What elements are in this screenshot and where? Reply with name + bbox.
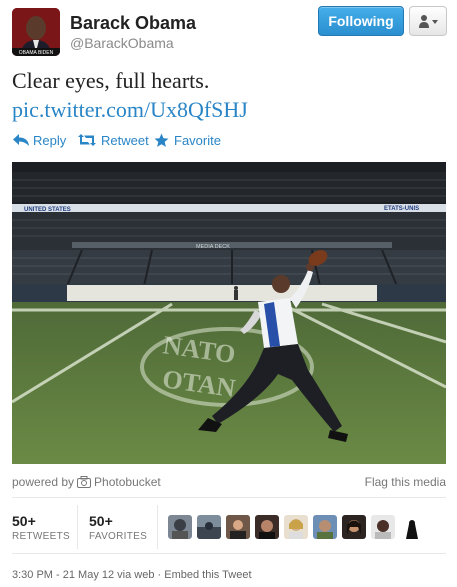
favoriter-avatar[interactable]: [342, 515, 366, 539]
tweet-meta: 3:30 PM - 21 May 12 via web · Embed this…: [12, 569, 252, 581]
powered-prefix: powered by: [12, 475, 75, 489]
avatar-caption: OBAMA BIDEN: [19, 50, 54, 56]
favoriter-avatar[interactable]: [400, 515, 424, 539]
flag-media-link[interactable]: Flag this media: [365, 475, 446, 489]
tweet-header: OBAMA BIDEN Barack Obama @BarackObama Fo…: [12, 6, 447, 56]
favorites-stat[interactable]: 50+ FAVORITES: [89, 513, 147, 542]
photobucket-icon: [77, 476, 92, 488]
reply-icon: [13, 134, 29, 146]
following-button[interactable]: Following: [318, 6, 404, 36]
user-actions-button[interactable]: [409, 6, 447, 36]
favoriter-avatar[interactable]: [284, 515, 308, 539]
stat-divider: [157, 505, 158, 549]
retweets-stat[interactable]: 50+ RETWEETS: [12, 513, 70, 542]
stat-divider: [77, 505, 78, 549]
divider-top: [12, 497, 446, 498]
meta-separator: ·: [157, 569, 162, 581]
favoriter-avatar[interactable]: [168, 515, 192, 539]
tweet-photo[interactable]: UNITED STATES ETATS-UNIS MEDIA DECK NATO…: [12, 162, 446, 464]
favorites-count: 50+: [89, 513, 113, 529]
photo-sign-center: MEDIA DECK: [196, 244, 230, 250]
user-dropdown-icon: [419, 15, 438, 28]
user-handle[interactable]: @BarackObama: [70, 35, 174, 51]
reply-action[interactable]: Reply: [12, 133, 68, 149]
retweet-label: Retweet: [101, 133, 149, 148]
tweet-media-link[interactable]: pic.twitter.com/Ux8QfSHJ: [12, 95, 447, 124]
retweet-icon: [78, 134, 96, 146]
embed-tweet-link[interactable]: Embed this Tweet: [164, 569, 251, 581]
reply-label: Reply: [33, 133, 67, 148]
favoriter-avatar[interactable]: [371, 515, 395, 539]
favoriter-avatar[interactable]: [255, 515, 279, 539]
retweet-action[interactable]: Retweet: [77, 133, 157, 149]
favorites-label: FAVORITES: [89, 531, 148, 542]
favoriter-avatar[interactable]: [313, 515, 337, 539]
favorite-action[interactable]: Favorite: [154, 133, 234, 149]
favoriter-avatar[interactable]: [197, 515, 221, 539]
tweet-body: Clear eyes, full hearts.: [12, 68, 210, 93]
retweets-count: 50+: [12, 513, 36, 529]
divider-bottom: [12, 553, 446, 554]
favorite-label: Favorite: [174, 133, 221, 148]
retweets-label: RETWEETS: [12, 531, 70, 542]
user-name[interactable]: Barack Obama: [70, 13, 196, 34]
timestamp[interactable]: 3:30 PM - 21 May 12 via web: [12, 569, 154, 581]
photo-sign-right: ETATS-UNIS: [384, 206, 419, 212]
photobucket-link[interactable]: Photobucket: [94, 475, 161, 489]
favoriter-avatar[interactable]: [226, 515, 250, 539]
powered-by: powered by Photobucket: [12, 475, 161, 489]
star-icon: [154, 133, 169, 147]
avatar[interactable]: OBAMA BIDEN: [12, 8, 60, 56]
tweet-text: Clear eyes, full hearts. pic.twitter.com…: [12, 66, 447, 124]
